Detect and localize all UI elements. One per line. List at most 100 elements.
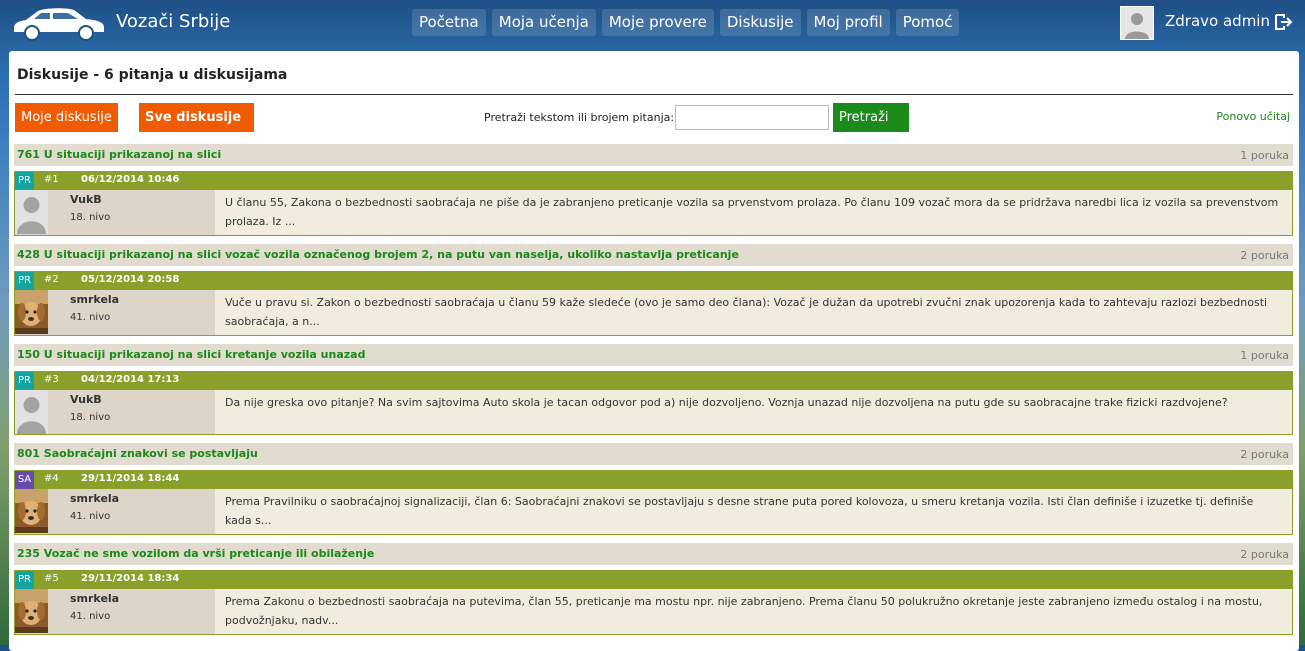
post-body: smrkela 41. nivo Prema Pravilniku o saobra… xyxy=(15,489,1292,534)
nav-moj-profil[interactable]: Moj profil xyxy=(806,9,890,36)
author-name[interactable]: smrkela xyxy=(70,592,119,605)
question-title-link[interactable]: 801 Saobraćajni znakovi se postavljaju xyxy=(17,447,258,460)
author-level: 41. nivo xyxy=(70,312,111,323)
post-date: 29/11/2014 18:44 xyxy=(81,473,180,484)
question-row[interactable]: 235 Vozač ne sme vozilom da vrši pretica… xyxy=(14,543,1293,565)
author-avatar[interactable] xyxy=(15,190,48,234)
default-avatar-icon xyxy=(15,390,48,434)
nav-moje-provere[interactable]: Moje provere xyxy=(601,9,714,36)
question-row[interactable]: 428 U situaciji prikazanoj na slici voza… xyxy=(14,244,1293,266)
all-discussions-button[interactable]: Sve diskusije xyxy=(139,103,254,132)
post: PR #1 06/12/2014 10:46 VukB 18. nivo U članu … xyxy=(14,171,1293,236)
question-title-link[interactable]: 761 U situaciji prikazanoj na slici xyxy=(17,148,221,161)
search-button[interactable]: Pretraži xyxy=(833,103,909,132)
nav-pomoc[interactable]: Pomoć xyxy=(895,9,960,36)
category-badge: PR xyxy=(15,571,34,589)
post-header: PR #1 06/12/2014 10:46 xyxy=(15,172,1292,190)
author-name[interactable]: smrkela xyxy=(70,492,119,505)
post-text: Da nije greska ovo pitanje? Na svim sajt… xyxy=(225,396,1228,409)
default-avatar-icon xyxy=(1121,7,1153,39)
post-text: Vuče u pravu si. Zakon o bezbednosti sao… xyxy=(225,296,1268,328)
author-block: VukB 18. nivo xyxy=(15,390,215,434)
author-level: 18. nivo xyxy=(70,212,111,223)
post: PR #2 05/12/2014 20:58 smrkela 41. nivo Vuče … xyxy=(14,271,1293,336)
dog-avatar-image xyxy=(15,290,48,334)
post-body: smrkela 41. nivo Vuče u pravu si. Zakon o … xyxy=(15,290,1292,335)
post-body: VukB 18. nivo U članu 55, Zakona o bezbedn… xyxy=(15,190,1292,235)
post-date: 04/12/2014 17:13 xyxy=(81,374,180,385)
question-row[interactable]: 150 U situaciji prikazanoj na slici kret… xyxy=(14,344,1293,366)
post-number: #2 xyxy=(44,274,59,285)
discussion-item: 235 Vozač ne sme vozilom da vrši pretica… xyxy=(14,543,1293,635)
message-count: 2 poruka xyxy=(1240,548,1289,561)
top-bar: Vozači Srbije Početna Moja učenja Moje p… xyxy=(0,0,1305,46)
question-row[interactable]: 801 Saobraćajni znakovi se postavljaju 2 … xyxy=(14,443,1293,465)
content-panel: Diskusije - 6 pitanja u diskusijama Moje… xyxy=(9,51,1299,651)
discussion-item: 150 U situaciji prikazanoj na slici kret… xyxy=(14,344,1293,435)
dog-avatar-image xyxy=(15,489,48,533)
nav-pocetna[interactable]: Početna xyxy=(412,9,486,36)
author-level: 18. nivo xyxy=(70,412,111,423)
message-count: 1 poruka xyxy=(1240,149,1289,162)
message-count: 1 poruka xyxy=(1240,349,1289,362)
post: PR #5 29/11/2014 18:34 smrkela 41. nivo Prema… xyxy=(14,570,1293,635)
category-badge: SA xyxy=(15,471,34,489)
post: SA #4 29/11/2014 18:44 smrkela 41. nivo Prema… xyxy=(14,470,1293,535)
post-header: PR #2 05/12/2014 20:58 xyxy=(15,272,1292,290)
question-title-link[interactable]: 235 Vozač ne sme vozilom da vrši pretica… xyxy=(17,547,374,560)
discussion-item: 428 U situaciji prikazanoj na slici voza… xyxy=(14,244,1293,336)
message-count: 2 poruka xyxy=(1240,448,1289,461)
author-avatar[interactable] xyxy=(15,589,48,633)
question-row[interactable]: 761 U situaciji prikazanoj na slici 1 por… xyxy=(14,144,1293,166)
author-avatar[interactable] xyxy=(15,489,48,533)
author-name[interactable]: VukB xyxy=(70,193,102,206)
category-badge: PR xyxy=(15,272,34,290)
author-avatar[interactable] xyxy=(15,390,48,434)
post-text: Prema Zakonu o bezbednosti saobraćaja na… xyxy=(225,595,1263,627)
author-level: 41. nivo xyxy=(70,511,111,522)
my-discussions-button[interactable]: Moje diskusije xyxy=(15,103,118,132)
title-divider xyxy=(15,94,1293,95)
post-number: #3 xyxy=(44,374,59,385)
post-text: U članu 55, Zakona o bezbednosti saobrać… xyxy=(225,196,1279,228)
post: PR #3 04/12/2014 17:13 VukB 18. nivo Da nije … xyxy=(14,371,1293,435)
post-header: PR #5 29/11/2014 18:34 xyxy=(15,571,1292,589)
category-badge: PR xyxy=(15,372,34,390)
post-body: smrkela 41. nivo Prema Zakonu o bezbednost… xyxy=(15,589,1292,634)
post-text: Prema Pravilniku o saobraćajnoj signaliz… xyxy=(225,495,1254,527)
post-header: PR #3 04/12/2014 17:13 xyxy=(15,372,1292,390)
dog-avatar-image xyxy=(15,589,48,633)
search-label: Pretraži tekstom ili brojem pitanja: xyxy=(484,111,675,124)
brand-name[interactable]: Vozači Srbije xyxy=(116,11,230,32)
author-block: smrkela 41. nivo xyxy=(15,489,215,534)
main-nav: Početna Moja učenja Moje provere Diskusi… xyxy=(412,9,960,36)
user-greeting: Zdravo admin xyxy=(1165,12,1270,30)
discussion-item: 801 Saobraćajni znakovi se postavljaju 2 … xyxy=(14,443,1293,535)
default-avatar-icon xyxy=(15,190,48,234)
author-level: 41. nivo xyxy=(70,611,111,622)
author-block: VukB 18. nivo xyxy=(15,190,215,235)
nav-diskusije[interactable]: Diskusije xyxy=(719,9,801,36)
discussion-list: 761 U situaciji prikazanoj na slici 1 por… xyxy=(14,144,1293,643)
post-date: 29/11/2014 18:34 xyxy=(81,573,180,584)
user-avatar[interactable] xyxy=(1120,6,1154,40)
author-name[interactable]: smrkela xyxy=(70,293,119,306)
car-logo-icon[interactable] xyxy=(10,4,108,42)
category-badge: PR xyxy=(15,172,34,190)
author-avatar[interactable] xyxy=(15,290,48,334)
post-number: #5 xyxy=(44,573,59,584)
logout-icon[interactable] xyxy=(1273,12,1293,32)
post-number: #4 xyxy=(44,473,59,484)
question-title-link[interactable]: 428 U situaciji prikazanoj na slici voza… xyxy=(17,248,739,261)
page-title: Diskusije - 6 pitanja u diskusijama xyxy=(17,67,288,83)
search-input[interactable] xyxy=(675,105,829,130)
reload-link[interactable]: Ponovo učitaj xyxy=(1216,110,1290,123)
post-number: #1 xyxy=(44,174,59,185)
question-title-link[interactable]: 150 U situaciji prikazanoj na slici kret… xyxy=(17,348,365,361)
post-header: SA #4 29/11/2014 18:44 xyxy=(15,471,1292,489)
post-date: 06/12/2014 10:46 xyxy=(81,174,180,185)
author-block: smrkela 41. nivo xyxy=(15,290,215,335)
author-name[interactable]: VukB xyxy=(70,393,102,406)
author-block: smrkela 41. nivo xyxy=(15,589,215,634)
nav-moja-ucenja[interactable]: Moja učenja xyxy=(491,9,596,36)
